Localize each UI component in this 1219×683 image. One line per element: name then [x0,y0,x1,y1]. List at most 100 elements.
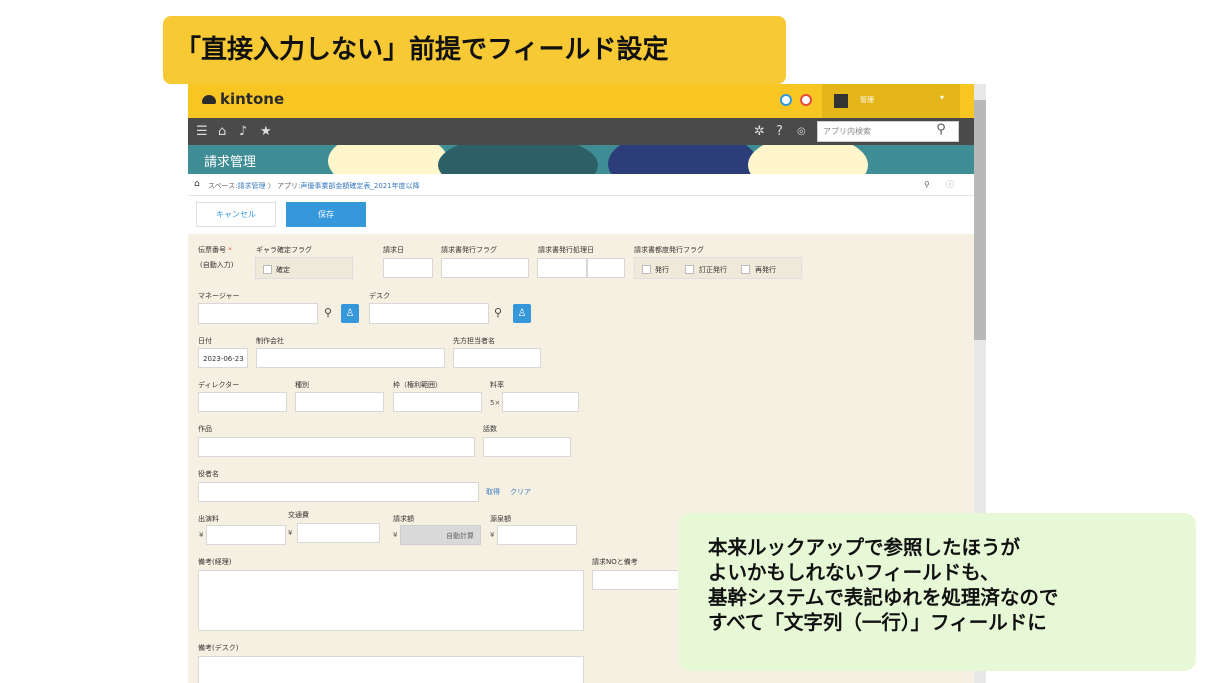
tanto-label: 先方担当者名 [453,337,495,345]
user-avatar-icon [834,94,848,108]
hakko-shori-time-input[interactable] [587,258,625,278]
kotsu-input[interactable] [297,523,380,543]
budo-checkbox-hakko[interactable] [642,265,651,274]
bell-icon[interactable]: ♪ [239,124,247,139]
search-icon[interactable]: ⚲ [489,303,507,323]
director-label: ディレクター [198,381,240,389]
note-line: すべて「文字列（一行）」フィールドに [708,611,1047,634]
menu-icon[interactable]: ☰ [196,124,208,139]
home-icon[interactable]: ⌂ [194,179,200,189]
help-icon[interactable]: ? [776,124,783,139]
kotsu-label: 交通費 [288,511,309,519]
app-title: 請求管理 [204,155,257,170]
scrollbar-thumb[interactable] [974,100,986,340]
search-icon[interactable]: ⚲ [319,303,337,323]
shubetsu-input[interactable] [295,392,384,412]
action-bar: キャンセル 保存 [188,196,974,234]
clear-link[interactable]: クリア [510,487,531,497]
denpyo-label: 伝票番号 * [198,246,232,254]
hakko-flag-label: 請求書発行フラグ [441,246,497,254]
sakuhin-input[interactable] [198,437,475,457]
save-button[interactable]: 保存 [286,202,366,227]
yen-sign: ¥ [490,531,495,539]
biko-desk-label: 備考(デスク) [198,644,239,652]
home-icon[interactable]: ⌂ [218,124,226,139]
yen-sign: ¥ [393,531,398,539]
seisaku-input[interactable] [256,348,445,368]
seikyu-no-label: 請求NOと備考 [592,558,638,566]
code-icon[interactable]: ◎ [797,126,806,137]
note-line: 本来ルックアップで参照したほうが [708,536,1021,559]
seikyu-no-input[interactable] [592,570,682,590]
user-select-icon[interactable]: ♙ [513,304,531,323]
search-icon[interactable]: ⚲ [930,122,952,141]
breadcrumb-app[interactable]: 声優事業部金額確定表_2021年度以降 [300,182,419,190]
cancel-button[interactable]: キャンセル [196,202,276,227]
hakko-shori-date-input[interactable] [537,258,587,278]
shubetsu-label: 種別 [295,381,309,389]
shutsuen-input[interactable] [206,525,286,545]
hakko-flag-input[interactable] [441,258,529,278]
seikyu-calculated-field: 自動計算 [400,525,481,545]
sakuhin-label: 作品 [198,425,212,433]
app-header: 請求管理 [188,145,974,174]
budo-checkbox-group: 発行 訂正発行 再発行 [634,257,802,279]
hakko-shori-label: 請求書発行処理日 [538,246,594,254]
gear-icon[interactable]: ✲ [754,124,765,139]
yen-sign: ¥ [288,529,293,537]
pin-icon[interactable]: ⚲ [924,180,930,189]
date-label: 日付 [198,337,212,345]
shutoku-link[interactable]: 取得 [486,487,500,497]
user-select-icon[interactable]: ♙ [341,304,359,323]
seikyubi-label: 請求日 [383,246,404,254]
yakusha-input[interactable] [198,482,479,502]
header-decoration [608,145,758,174]
gensen-label: 源泉額 [490,515,511,523]
desk-label: デスク [369,292,390,300]
desk-input[interactable] [369,303,489,324]
info-icon[interactable]: ⓘ [946,179,954,190]
notification-icon[interactable] [780,94,792,106]
gensen-input[interactable] [497,525,577,545]
nav-bar: ☰ ⌂ ♪ ★ ✲ ? ◎ アプリ内検索 ⚲ [188,118,974,145]
annotation-note: 本来ルックアップで参照したほうが よいかもしれないフィールドも、 基幹システムで… [678,513,1196,671]
header-decoration [748,145,868,174]
slide: 「直接入力しない」前提でフィールド設定 kintone 管理 ▾ ☰ ⌂ ♪ ★… [0,0,1219,683]
budo-checkbox-teisei[interactable] [685,265,694,274]
note-line: よいかもしれないフィールドも、 [708,561,1000,584]
user-name: 管理 [860,96,874,104]
wasu-label: 話数 [483,425,497,433]
gyara-checkbox[interactable] [263,265,272,274]
ryoritsu-label: 料率 [490,381,504,389]
tanto-input[interactable] [453,348,541,368]
wasu-input[interactable] [483,437,571,457]
ryoritsu-prefix: 5× [490,399,501,407]
logo-icon [202,95,216,104]
ryoritsu-input[interactable] [502,392,579,412]
breadcrumb-space[interactable]: 請求管理 [238,182,266,190]
director-input[interactable] [198,392,287,412]
star-icon[interactable]: ★ [260,124,272,139]
waku-input[interactable] [393,392,482,412]
budo-checkbox-sai[interactable] [741,265,750,274]
biko-desk-textarea[interactable] [198,656,584,683]
manager-label: マネージャー [198,292,240,300]
gyara-option-label: 確定 [276,266,290,274]
note-line: 基幹システムで表記ゆれを処理済なので [708,586,1059,609]
mention-icon[interactable] [800,94,812,106]
denpyo-value: (自動入力) [200,261,234,269]
manager-input[interactable] [198,303,318,324]
breadcrumb: ⌂ スペース:請求管理 〉 アプリ:声優事業部金額確定表_2021年度以降 ⚲ … [188,174,974,196]
budo-label: 請求書都度発行フラグ [634,246,704,254]
date-input[interactable]: 2023-06-23 [198,348,248,368]
top-bar: kintone 管理 ▾ [188,84,974,118]
gyara-label: ギャラ確定フラグ [256,246,312,254]
kintone-logo[interactable]: kintone [202,90,284,108]
chevron-down-icon: ▾ [940,93,945,102]
biko-keiri-textarea[interactable] [198,570,584,631]
seikyu-label: 請求額 [393,515,414,523]
yakusha-label: 役者名 [198,470,219,478]
seikyubi-input[interactable] [383,258,433,278]
seisaku-label: 制作会社 [256,337,284,345]
header-decoration [328,145,448,174]
